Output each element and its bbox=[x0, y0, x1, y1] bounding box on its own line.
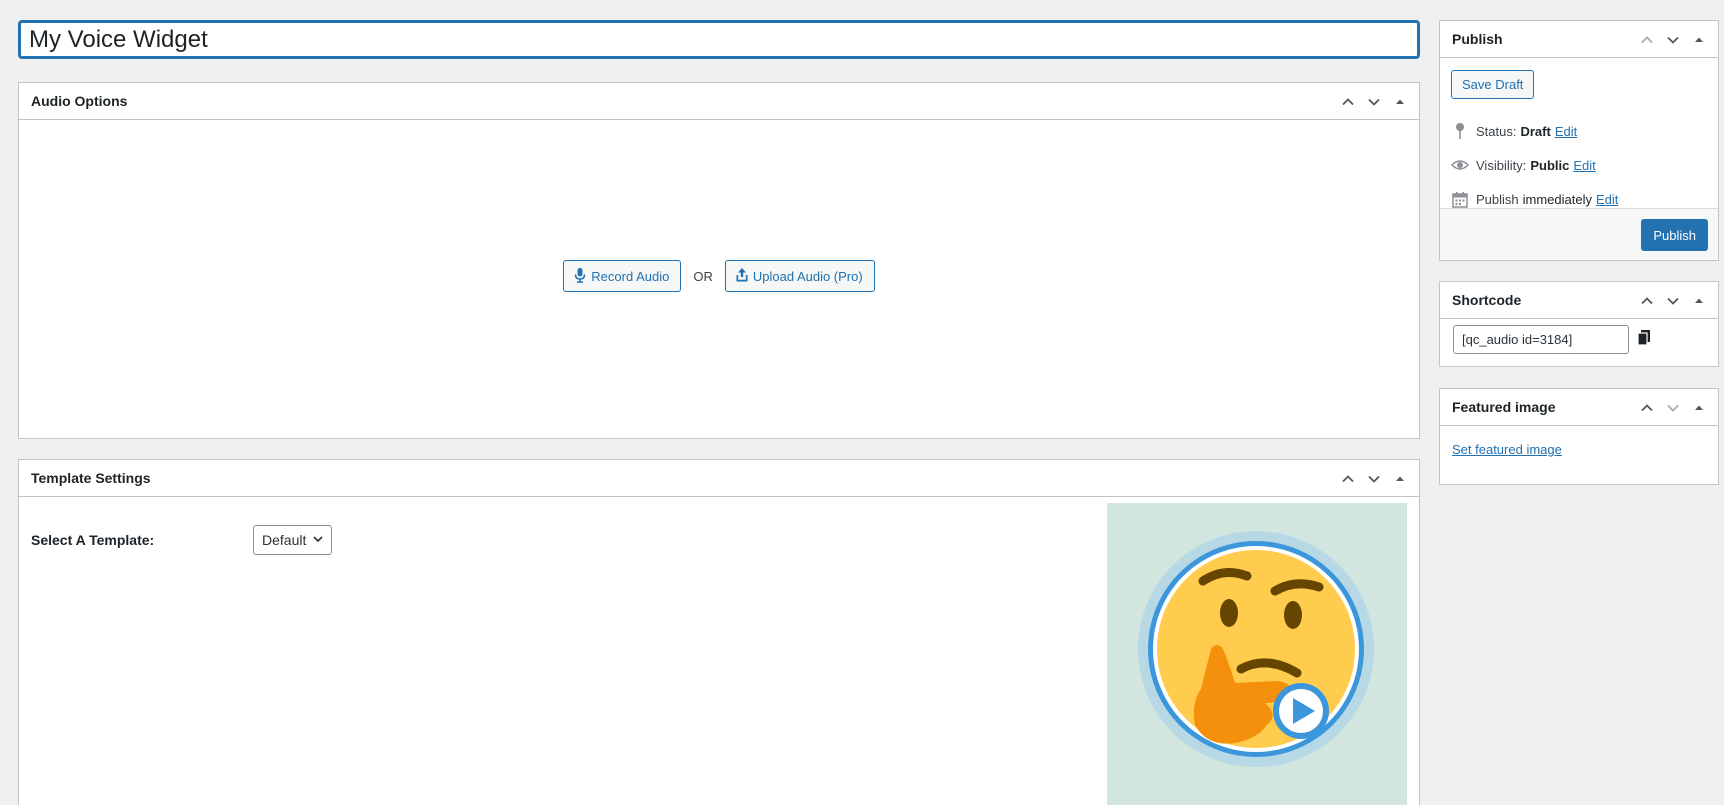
edit-status-link[interactable]: Edit bbox=[1555, 124, 1577, 139]
eye-icon bbox=[1450, 155, 1470, 175]
microphone-icon bbox=[573, 267, 591, 286]
move-up-icon[interactable] bbox=[1335, 461, 1361, 497]
shortcode-field[interactable]: [qc_audio id=3184] bbox=[1453, 325, 1629, 354]
panel-controls bbox=[1335, 460, 1413, 497]
move-up-icon[interactable] bbox=[1335, 84, 1361, 120]
upload-audio-label: Upload Audio (Pro) bbox=[752, 268, 863, 284]
collapse-toggle-icon[interactable] bbox=[1686, 390, 1712, 426]
collapse-toggle-icon[interactable] bbox=[1387, 84, 1413, 120]
shortcode-title: Shortcode bbox=[1452, 292, 1522, 308]
template-select[interactable]: Default bbox=[253, 525, 332, 555]
publish-actions: Publish bbox=[1440, 208, 1718, 260]
move-up-icon[interactable] bbox=[1634, 22, 1660, 58]
visibility-value: Public bbox=[1530, 157, 1570, 173]
record-audio-label: Record Audio bbox=[591, 268, 670, 284]
collapse-toggle-icon[interactable] bbox=[1686, 22, 1712, 58]
featured-image-header: Featured image bbox=[1440, 389, 1718, 426]
publish-timing-label: Publish bbox=[1476, 191, 1519, 207]
collapse-toggle-icon[interactable] bbox=[1387, 461, 1413, 497]
save-draft-button[interactable]: Save Draft bbox=[1451, 70, 1535, 99]
panel-controls bbox=[1634, 282, 1712, 319]
audio-actions: Record Audio OR Upload Audio (Pro) bbox=[19, 260, 1419, 292]
upload-icon bbox=[735, 267, 753, 286]
schedule-row: Publish immediately Edit bbox=[1450, 189, 1618, 209]
template-select-value: Default bbox=[262, 532, 307, 548]
thinking-face-play-icon bbox=[1138, 531, 1374, 767]
chevron-down-icon bbox=[306, 532, 324, 548]
visibility-label: Visibility: bbox=[1476, 157, 1527, 173]
move-up-icon[interactable] bbox=[1634, 283, 1660, 319]
audio-options-title: Audio Options bbox=[31, 93, 128, 109]
move-down-icon[interactable] bbox=[1361, 84, 1387, 120]
shortcode-panel: Shortcode [qc_audio id=3184] bbox=[1439, 281, 1719, 367]
collapse-toggle-icon[interactable] bbox=[1686, 283, 1712, 319]
publish-header: Publish bbox=[1440, 21, 1718, 58]
calendar-icon bbox=[1450, 189, 1470, 209]
edit-visibility-link[interactable]: Edit bbox=[1573, 158, 1595, 173]
move-up-icon[interactable] bbox=[1634, 390, 1660, 426]
panel-controls bbox=[1335, 83, 1413, 120]
move-down-icon[interactable] bbox=[1361, 461, 1387, 497]
status-row: Status: Draft Edit bbox=[1450, 121, 1577, 141]
set-featured-image-link[interactable]: Set featured image bbox=[1452, 442, 1562, 457]
audio-options-panel: Audio Options Record Audio OR Upload Aud… bbox=[18, 82, 1420, 439]
publish-panel: Publish Save Draft Status: Draft Edit Vi… bbox=[1439, 20, 1719, 261]
select-template-label: Select A Template: bbox=[31, 532, 155, 548]
publish-title: Publish bbox=[1452, 31, 1503, 47]
panel-controls bbox=[1634, 21, 1712, 58]
featured-image-title: Featured image bbox=[1452, 399, 1556, 415]
publish-timing-value: immediately bbox=[1522, 191, 1592, 207]
post-title-input[interactable]: My Voice Widget bbox=[18, 20, 1420, 59]
pin-icon bbox=[1450, 121, 1470, 141]
featured-image-panel: Featured image Set featured image bbox=[1439, 388, 1719, 485]
or-separator: OR bbox=[693, 268, 713, 284]
panel-controls bbox=[1634, 389, 1712, 426]
status-value: Draft bbox=[1520, 123, 1551, 139]
audio-options-header: Audio Options bbox=[19, 83, 1419, 120]
template-preview-image bbox=[1107, 503, 1407, 805]
move-down-icon[interactable] bbox=[1660, 283, 1686, 319]
edit-schedule-link[interactable]: Edit bbox=[1596, 192, 1618, 207]
record-audio-button[interactable]: Record Audio bbox=[563, 260, 682, 292]
upload-audio-button[interactable]: Upload Audio (Pro) bbox=[724, 260, 875, 292]
publish-button[interactable]: Publish bbox=[1641, 219, 1708, 251]
move-down-icon[interactable] bbox=[1660, 390, 1686, 426]
status-label: Status: bbox=[1476, 123, 1517, 139]
copy-icon[interactable] bbox=[1637, 329, 1651, 349]
move-down-icon[interactable] bbox=[1660, 22, 1686, 58]
template-settings-panel: Template Settings Select A Template: Def… bbox=[18, 459, 1420, 805]
shortcode-header: Shortcode bbox=[1440, 282, 1718, 319]
visibility-row: Visibility: Public Edit bbox=[1450, 155, 1596, 175]
template-settings-title: Template Settings bbox=[31, 470, 151, 486]
template-settings-header: Template Settings bbox=[19, 460, 1419, 497]
